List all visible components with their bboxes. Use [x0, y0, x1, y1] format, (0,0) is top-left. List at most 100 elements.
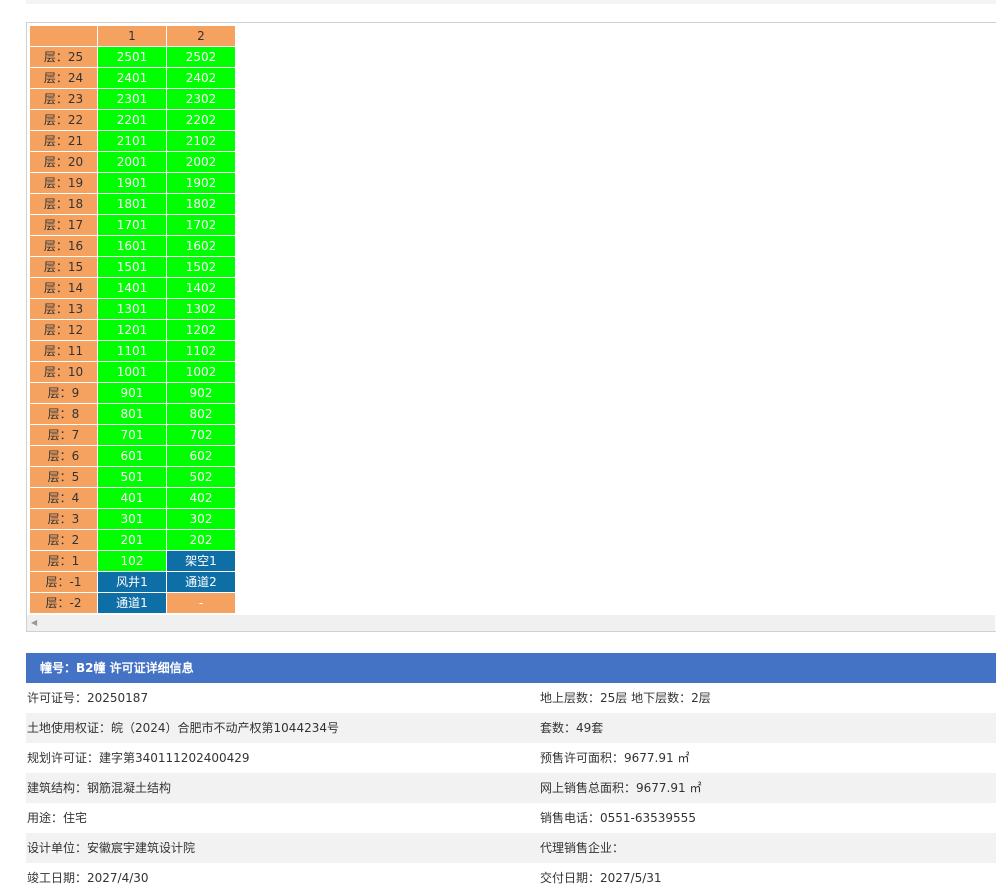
unit-cell[interactable]: 1102 — [166, 340, 236, 362]
unit-cell[interactable]: 1202 — [166, 319, 236, 341]
floor-label: 层：22 — [29, 109, 98, 131]
floor-row: 层：-1 风井1 通道2 — [29, 571, 236, 593]
unit-cell[interactable]: 401 — [97, 487, 167, 509]
unit-cell[interactable]: 1702 — [166, 214, 236, 236]
floor-label: 层：10 — [29, 361, 98, 383]
unit-cell[interactable]: 2501 — [97, 46, 167, 68]
floor-label: 层：4 — [29, 487, 98, 509]
unit-cell[interactable]: 1601 — [97, 235, 167, 257]
floor-label: 层：6 — [29, 445, 98, 467]
unit-cell[interactable]: 通道1 — [97, 592, 167, 614]
permit-info-left: 建筑结构：钢筋混凝土结构 — [27, 781, 172, 795]
permit-info-left: 土地使用权证：皖（2024）合肥市不动产权第1044234号 — [27, 721, 339, 735]
unit-cell[interactable]: 2001 — [97, 151, 167, 173]
unit-cell[interactable]: 2402 — [166, 67, 236, 89]
unit-cell[interactable]: 1001 — [97, 361, 167, 383]
unit-cell[interactable]: 2401 — [97, 67, 167, 89]
unit-cell[interactable]: 702 — [166, 424, 236, 446]
floor-row: 层：21 2101 2102 — [29, 130, 236, 152]
unit-cell[interactable]: 501 — [97, 466, 167, 488]
unit-cell[interactable]: 201 — [97, 529, 167, 551]
unit-cell[interactable]: 301 — [97, 508, 167, 530]
unit-cell[interactable]: 风井1 — [97, 571, 167, 593]
floor-row: 层：12 1201 1202 — [29, 319, 236, 341]
unit-cell[interactable]: 1801 — [97, 193, 167, 215]
unit-cell[interactable]: 902 — [166, 382, 236, 404]
floor-label: 层：16 — [29, 235, 98, 257]
unit-cell[interactable]: 901 — [97, 382, 167, 404]
floor-label: 层：25 — [29, 46, 98, 68]
floor-row: 层：11 1101 1102 — [29, 340, 236, 362]
permit-info-row: 竣工日期：2027/4/30 交付日期：2027/5/31 — [26, 863, 996, 893]
permit-info-row: 土地使用权证：皖（2024）合肥市不动产权第1044234号 套数：49套 — [26, 713, 996, 743]
permit-info-right: 代理销售企业： — [540, 841, 625, 855]
floor-row: 层：24 2401 2402 — [29, 67, 236, 89]
unit-cell[interactable]: 1401 — [97, 277, 167, 299]
unit-cell[interactable]: 1302 — [166, 298, 236, 320]
permit-info-row: 许可证号：20250187 地上层数：25层 地下层数：2层 — [26, 683, 996, 713]
unit-cell[interactable]: 1901 — [97, 172, 167, 194]
unit-cell[interactable]: 2101 — [97, 130, 167, 152]
unit-cell[interactable]: 1002 — [166, 361, 236, 383]
unit-cell[interactable]: 2301 — [97, 88, 167, 110]
floor-label: 层：3 — [29, 508, 98, 530]
floor-label: 层：19 — [29, 172, 98, 194]
unit-cell[interactable]: 2502 — [166, 46, 236, 68]
unit-cell[interactable]: 1701 — [97, 214, 167, 236]
unit-cell[interactable]: 1101 — [97, 340, 167, 362]
floor-row: 层：15 1501 1502 — [29, 256, 236, 278]
floor-row: 层：3 301 302 — [29, 508, 236, 530]
unit-cell: - — [166, 592, 236, 614]
unit-cell[interactable]: 102 — [97, 550, 167, 572]
scroll-left-icon[interactable]: ◀ — [31, 618, 37, 628]
unit-cell[interactable]: 2002 — [166, 151, 236, 173]
unit-cell[interactable]: 602 — [166, 445, 236, 467]
unit-cell[interactable]: 1602 — [166, 235, 236, 257]
unit-cell[interactable]: 1201 — [97, 319, 167, 341]
permit-info-right: 网上销售总面积：9677.91 ㎡ — [540, 781, 702, 795]
permit-info-row: 规划许可证：建字第340111202400429 预售许可面积：9677.91 ㎡ — [26, 743, 996, 773]
floor-row: 层：23 2301 2302 — [29, 88, 236, 110]
unit-cell[interactable]: 2201 — [97, 109, 167, 131]
unit-cell[interactable]: 通道2 — [166, 571, 236, 593]
unit-cell[interactable]: 302 — [166, 508, 236, 530]
unit-grid-panel: 1 2 层：25 2501 2502 层：24 2401 2402 层：23 2301 2302 层：… — [26, 22, 996, 632]
floor-row: 层：18 1801 1802 — [29, 193, 236, 215]
unit-cell[interactable]: 架空1 — [166, 550, 236, 572]
unit-cell[interactable]: 701 — [97, 424, 167, 446]
unit-cell[interactable]: 2202 — [166, 109, 236, 131]
floor-label: 层：12 — [29, 319, 98, 341]
unit-cell[interactable]: 1502 — [166, 256, 236, 278]
unit-cell[interactable]: 802 — [166, 403, 236, 425]
unit-cell[interactable]: 202 — [166, 529, 236, 551]
floor-label: 层：18 — [29, 193, 98, 215]
top-band — [26, 0, 996, 4]
column-header-2: 2 — [166, 25, 236, 47]
unit-cell[interactable]: 402 — [166, 487, 236, 509]
floor-row: 层：19 1901 1902 — [29, 172, 236, 194]
permit-info-left: 设计单位：安徽宸宇建筑设计院 — [27, 841, 196, 855]
unit-cell[interactable]: 2102 — [166, 130, 236, 152]
floor-row: 层：4 401 402 — [29, 487, 236, 509]
unit-cell[interactable]: 1501 — [97, 256, 167, 278]
unit-cell[interactable]: 1802 — [166, 193, 236, 215]
permit-info-row: 建筑结构：钢筋混凝土结构 网上销售总面积：9677.91 ㎡ — [26, 773, 996, 803]
unit-cell[interactable]: 1301 — [97, 298, 167, 320]
unit-cell[interactable]: 1402 — [166, 277, 236, 299]
floor-label: 层：-1 — [29, 571, 98, 593]
permit-info-left: 许可证号：20250187 — [27, 691, 149, 705]
horizontal-scrollbar[interactable]: ◀ — [27, 615, 995, 631]
permit-info-row: 用途：住宅 销售电话：0551-63539555 — [26, 803, 996, 833]
floor-row: 层：6 601 602 — [29, 445, 236, 467]
unit-cell[interactable]: 801 — [97, 403, 167, 425]
permit-info-right: 预售许可面积：9677.91 ㎡ — [540, 751, 690, 765]
floor-label: 层：9 — [29, 382, 98, 404]
floor-label: 层：24 — [29, 67, 98, 89]
floor-row: 层：5 501 502 — [29, 466, 236, 488]
floor-label: 层：21 — [29, 130, 98, 152]
unit-cell[interactable]: 601 — [97, 445, 167, 467]
floor-label: 层：-2 — [29, 592, 98, 614]
unit-cell[interactable]: 1902 — [166, 172, 236, 194]
unit-cell[interactable]: 2302 — [166, 88, 236, 110]
unit-cell[interactable]: 502 — [166, 466, 236, 488]
